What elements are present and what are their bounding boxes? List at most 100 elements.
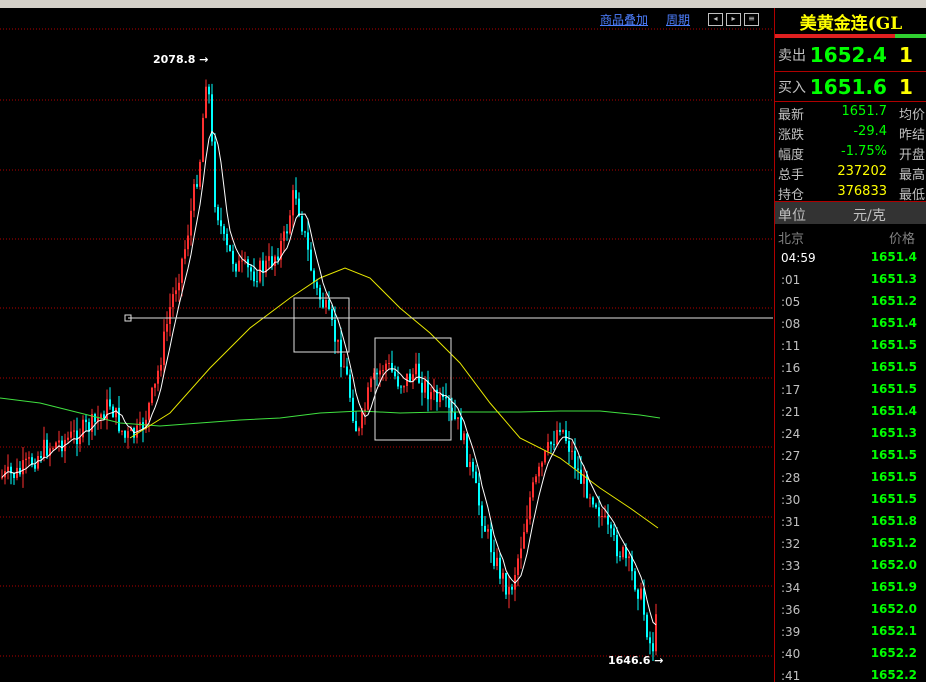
candle-body <box>322 299 324 308</box>
stat-row: 总手 237202 最高 <box>775 162 926 183</box>
candle-body <box>235 264 237 272</box>
tick-price: 1651.8 <box>870 514 917 528</box>
period-link[interactable]: 周期 <box>666 11 690 28</box>
tick-price: 1652.0 <box>870 602 917 616</box>
menu-icon[interactable]: ≡ <box>744 12 760 26</box>
candle-body <box>58 440 60 443</box>
unit-row: 单位 元/克 <box>775 202 926 224</box>
candle-body <box>298 198 300 216</box>
sell-quote-row: 卖出 1652.4 1 <box>775 40 926 70</box>
tick-price: 1651.5 <box>870 360 917 374</box>
stat-extra-label: 开盘 <box>899 148 926 163</box>
candle-body <box>532 482 534 498</box>
candle-body <box>466 433 468 467</box>
tick-row: 04:59 1651.4 <box>775 247 926 269</box>
candle-body <box>115 407 117 418</box>
candle-body <box>577 468 579 470</box>
candle-body <box>76 430 78 445</box>
candle-body <box>70 431 72 438</box>
candle-body <box>454 411 456 419</box>
candle-body <box>229 245 231 251</box>
candlestick-chart[interactable]: 2078.8 → 1646.6 → <box>0 8 773 682</box>
unit-label: 单位 <box>778 208 806 224</box>
candle-body <box>34 464 36 469</box>
tick-header: 北京 价格 <box>775 226 926 247</box>
tick-time: :24 <box>781 427 801 441</box>
tick-price: 1651.5 <box>870 338 917 352</box>
candle-body <box>511 586 513 590</box>
candle-body <box>499 557 501 579</box>
candle-body <box>358 428 360 432</box>
candle-body <box>430 392 432 400</box>
candle-body <box>7 466 9 472</box>
candle-body <box>187 235 189 250</box>
buy-label: 买入 <box>778 80 806 96</box>
candle-body <box>268 256 270 261</box>
candle-body <box>193 184 195 211</box>
tick-price: 1652.0 <box>870 558 917 572</box>
candle-body <box>190 210 192 236</box>
candle-body <box>463 433 465 441</box>
tick-time: :21 <box>781 405 801 419</box>
candle-body <box>256 281 258 283</box>
tick-price: 1651.5 <box>870 448 917 462</box>
candle-body <box>538 466 540 477</box>
candle-body <box>496 557 498 566</box>
candle-body <box>181 258 183 283</box>
candle-body <box>376 372 378 375</box>
candle-body <box>619 556 621 558</box>
stat-value: -1.75% <box>841 144 887 159</box>
candle-body <box>550 442 552 445</box>
candle-body <box>292 190 294 216</box>
candle-body <box>217 207 219 221</box>
tick-price: 1651.4 <box>870 316 917 330</box>
candle-body <box>172 294 174 307</box>
candle-body <box>232 250 234 264</box>
high-marker-label: 2078.8 → <box>153 53 209 66</box>
chart-toolbar: 商品叠加 周期 ◂ ▸ ≡ <box>600 10 762 28</box>
candle-body <box>523 532 525 549</box>
tick-price: 1651.2 <box>870 294 917 308</box>
candle-body <box>637 589 639 599</box>
tick-time: :31 <box>781 515 801 529</box>
tick-time: :30 <box>781 493 801 507</box>
tick-price: 1651.5 <box>870 382 917 396</box>
candle-body <box>337 339 339 342</box>
candle-body <box>277 256 279 260</box>
candle-body <box>355 421 357 432</box>
candle-body <box>154 383 156 388</box>
overlay-link[interactable]: 商品叠加 <box>600 11 648 28</box>
shift-left-icon[interactable]: ◂ <box>708 12 724 26</box>
candle-body <box>610 524 612 529</box>
candle-body <box>568 441 570 452</box>
sell-price: 1652.4 <box>809 43 887 67</box>
candle-body <box>385 363 387 371</box>
tick-row: :31 1651.8 <box>775 511 926 533</box>
candle-body <box>313 270 315 283</box>
stat-label: 幅度 <box>778 148 805 163</box>
candle-body <box>640 588 642 599</box>
candle-body <box>370 378 372 388</box>
candle-body <box>220 220 222 227</box>
shift-right-icon[interactable]: ▸ <box>726 12 742 26</box>
tick-time: :01 <box>781 273 801 287</box>
tick-price: 1651.3 <box>870 272 917 286</box>
tick-price: 1651.4 <box>870 404 917 418</box>
tick-time: :39 <box>781 625 801 639</box>
candle-body <box>616 535 618 557</box>
candle-body <box>289 215 291 234</box>
candle-body <box>40 456 42 458</box>
tick-time: :40 <box>781 647 801 661</box>
tick-price: 1651.5 <box>870 492 917 506</box>
candle-body <box>85 419 87 423</box>
candle-body <box>439 394 441 402</box>
tick-time: :11 <box>781 339 801 353</box>
candle-body <box>421 382 423 393</box>
candle-body <box>457 417 459 420</box>
tick-row: :21 1651.4 <box>775 401 926 423</box>
candle-body <box>109 399 111 407</box>
candle-body <box>175 290 177 295</box>
tick-row: :41 1652.2 <box>775 665 926 682</box>
tick-price: 1651.3 <box>870 426 917 440</box>
stat-value: 237202 <box>837 164 887 179</box>
